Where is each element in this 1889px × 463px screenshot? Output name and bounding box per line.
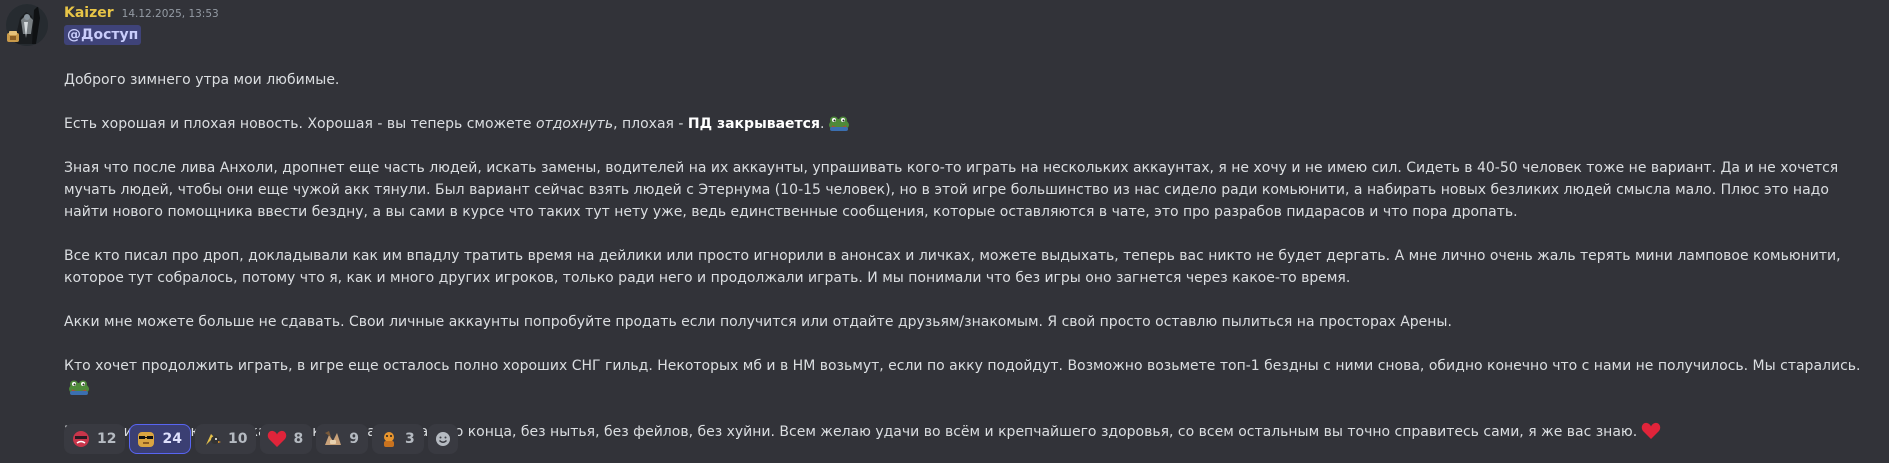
- role-mention[interactable]: @Доступ: [64, 25, 142, 45]
- message-paragraph: Есть хорошая и плохая новость. Хорошая -…: [64, 113, 1874, 135]
- message-paragraph: Акки мне можете больше не сдавать. Свои …: [64, 311, 1874, 333]
- message-paragraph: Доброго зимнего утра мои любимые.: [64, 69, 1874, 91]
- reaction-count: 10: [227, 431, 248, 447]
- bold-text: ПД закрывается: [687, 116, 820, 132]
- frog-emoji-icon[interactable]: [828, 114, 850, 132]
- handshake-cats-emoji-icon: [325, 431, 342, 445]
- reaction-count: 8: [293, 431, 304, 447]
- party-bird-emoji-icon: [205, 434, 221, 445]
- paragraph-text: Зная что после лива Анхоли, дропнет еще …: [64, 160, 1839, 220]
- message-timestamp[interactable]: 14.12.2025, 13:53: [122, 8, 219, 20]
- paragraph-text: Есть хорошая и плохая новость. Хорошая -…: [64, 116, 536, 132]
- orange-character-emoji-icon: [383, 432, 394, 447]
- reaction-count: 24: [162, 431, 182, 447]
- reaction-orange-character[interactable]: 3: [371, 424, 424, 454]
- reaction-count: 3: [404, 431, 415, 447]
- red-heart-icon[interactable]: [1641, 422, 1661, 440]
- reaction-red-heart[interactable]: 8: [260, 424, 313, 454]
- paragraph-text: Доброго зимнего утра мои любимые.: [64, 72, 340, 88]
- role-badge-icon: [7, 31, 19, 42]
- paragraph-text: Акки мне можете больше не сдавать. Свои …: [64, 314, 1452, 330]
- message-paragraph: Все кто писал про дроп, докладывали как …: [64, 245, 1874, 289]
- paragraph-text: , плохая -: [613, 116, 688, 132]
- reaction-doge-sunglasses[interactable]: 24: [129, 424, 191, 454]
- reaction-party-bird[interactable]: 10: [194, 424, 257, 454]
- reaction-count: 9: [349, 431, 359, 447]
- message-content: Доброго зимнего утра мои любимые. Есть х…: [64, 69, 1874, 443]
- doge-sunglasses-emoji-icon: [138, 432, 155, 447]
- add-reaction-button[interactable]: [427, 424, 458, 454]
- frog-emoji-icon[interactable]: [68, 378, 90, 396]
- chat-message: Kaizer 14.12.2025, 13:53 @Доступ Доброго…: [0, 0, 1889, 463]
- red-face-emoji-icon: [73, 431, 89, 447]
- author-name[interactable]: Kaizer: [64, 5, 114, 21]
- paragraph-text: Кто хочет продолжить играть, в игре еще …: [64, 358, 1861, 374]
- message-paragraph: Зная что после лива Анхоли, дропнет еще …: [64, 157, 1874, 223]
- red-heart-emoji-icon: [268, 430, 287, 447]
- reaction-red-face[interactable]: 12: [64, 424, 126, 454]
- italic-text: отдохнуть: [535, 116, 614, 132]
- reaction-count: 12: [97, 431, 117, 447]
- add-reaction-icon: [435, 432, 450, 446]
- message-header: Kaizer 14.12.2025, 13:53: [64, 5, 219, 25]
- paragraph-text: Все кто писал про дроп, докладывали как …: [64, 248, 1841, 286]
- reaction-bar: 12 24 10 8 9 3: [64, 424, 458, 454]
- paragraph-text: .: [819, 116, 825, 132]
- reaction-handshake-cats[interactable]: 9: [316, 424, 368, 454]
- message-paragraph: Кто хочет продолжить играть, в игре еще …: [64, 355, 1874, 399]
